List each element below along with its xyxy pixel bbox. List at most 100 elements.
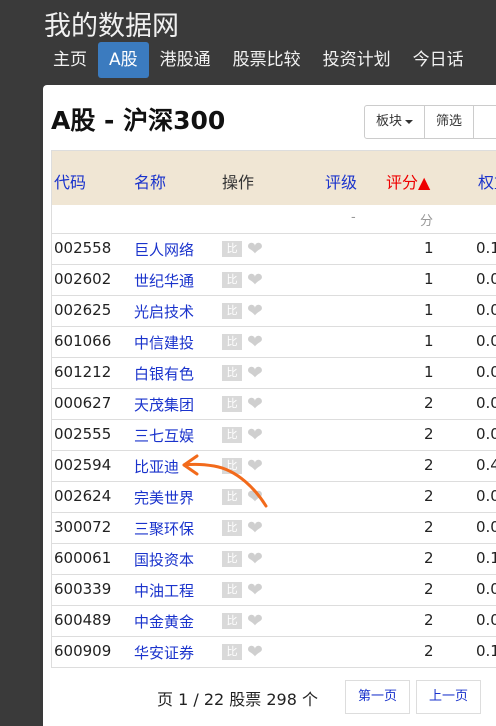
table-row: 600061 国投资本比 ❤ 2 0.1: [52, 544, 496, 575]
compare-button[interactable]: 比: [222, 272, 242, 288]
stock-code: 000627: [54, 394, 112, 412]
row-actions: 比 ❤: [222, 612, 263, 631]
heart-icon[interactable]: ❤: [247, 457, 263, 476]
heart-icon[interactable]: ❤: [247, 395, 263, 414]
prev-page-button[interactable]: 上一页: [416, 680, 482, 714]
compare-button[interactable]: 比: [222, 365, 242, 381]
compare-button[interactable]: 比: [222, 334, 242, 350]
stock-score: 2: [424, 394, 434, 412]
stock-name-link[interactable]: 国投资本: [134, 549, 194, 570]
stock-score: 2: [424, 456, 434, 474]
unit-rating: -: [351, 210, 356, 225]
nav-item-today[interactable]: 今日话: [402, 42, 475, 78]
compare-button[interactable]: 比: [222, 551, 242, 567]
stock-code: 600489: [54, 611, 112, 629]
compare-button[interactable]: 比: [222, 520, 242, 536]
stock-name-link[interactable]: 中油工程: [134, 580, 194, 601]
main-panel: A股 - 沪深300 板块 筛选 代码 名称 操作 评级 评分▲ 权重 - 分 …: [43, 85, 496, 726]
toolbar: 板块 筛选: [364, 105, 496, 139]
stock-name-link[interactable]: 比亚迪: [134, 456, 179, 477]
stock-name-link[interactable]: 中金黄金: [134, 611, 194, 632]
stock-name-link[interactable]: 三聚环保: [134, 518, 194, 539]
row-actions: 比 ❤: [222, 550, 263, 569]
row-actions: 比 ❤: [222, 271, 263, 290]
heart-icon[interactable]: ❤: [247, 581, 263, 600]
heart-icon[interactable]: ❤: [247, 519, 263, 538]
stock-name-link[interactable]: 世纪华通: [134, 270, 194, 291]
heart-icon[interactable]: ❤: [247, 364, 263, 383]
more-button[interactable]: [473, 105, 496, 139]
stock-name-link[interactable]: 巨人网络: [134, 239, 194, 260]
stock-code: 002624: [54, 487, 112, 505]
row-actions: 比 ❤: [222, 519, 263, 538]
compare-button[interactable]: 比: [222, 241, 242, 257]
compare-button[interactable]: 比: [222, 303, 242, 319]
compare-button[interactable]: 比: [222, 427, 242, 443]
stock-name-link[interactable]: 中信建投: [134, 332, 194, 353]
nav-item-investment-plan[interactable]: 投资计划: [312, 42, 402, 78]
row-actions: 比 ❤: [222, 581, 263, 600]
stock-weight: 0.1: [476, 239, 496, 257]
compare-button[interactable]: 比: [222, 489, 242, 505]
stock-score: 2: [424, 611, 434, 629]
heart-icon[interactable]: ❤: [247, 426, 263, 445]
first-page-button[interactable]: 第一页: [345, 680, 411, 714]
header-score-sorted[interactable]: 评分▲: [386, 169, 430, 193]
stock-code: 600061: [54, 549, 112, 567]
row-actions: 比 ❤: [222, 426, 263, 445]
row-actions: 比 ❤: [222, 643, 263, 662]
stock-weight: 0.0: [476, 332, 496, 350]
stock-name-link[interactable]: 天茂集团: [134, 394, 194, 415]
table-row: 002624 完美世界比 ❤ 2 0.0: [52, 482, 496, 513]
stock-weight: 0.0: [476, 270, 496, 288]
stock-name-link[interactable]: 完美世界: [134, 487, 194, 508]
unit-score: 分: [420, 214, 434, 229]
header-weight[interactable]: 权重: [478, 169, 496, 193]
header-rating[interactable]: 评级: [325, 169, 357, 193]
stock-score: 1: [424, 301, 434, 319]
table-body: 002558 巨人网络比 ❤ 1 0.1 002602 世纪华通比 ❤ 1 0.0 002625 光启…: [52, 234, 496, 668]
stock-name-link[interactable]: 白银有色: [134, 363, 194, 384]
caret-down-icon: [405, 119, 414, 124]
heart-icon[interactable]: ❤: [247, 271, 263, 290]
header-code[interactable]: 代码: [54, 169, 86, 193]
compare-button[interactable]: 比: [222, 582, 242, 598]
stock-table: 代码 名称 操作 评级 评分▲ 权重 - 分 002558巨人网络比❤10.10…: [51, 150, 496, 668]
site-title[interactable]: 我的数据网: [44, 4, 179, 43]
stock-weight: 0.1: [476, 549, 496, 567]
compare-button[interactable]: 比: [222, 458, 242, 474]
heart-icon[interactable]: ❤: [247, 240, 263, 259]
row-actions: 比 ❤: [222, 395, 263, 414]
compare-button[interactable]: 比: [222, 613, 242, 629]
nav-item-home[interactable]: 主页: [42, 42, 98, 78]
heart-icon[interactable]: ❤: [247, 612, 263, 631]
table-row: 002555 三七互娱比 ❤ 2 0.0: [52, 420, 496, 451]
heart-icon[interactable]: ❤: [247, 643, 263, 662]
nav-item-stock-compare[interactable]: 股票比较: [222, 42, 312, 78]
filter-button[interactable]: 筛选: [424, 105, 475, 139]
page-title: A股 - 沪深300: [51, 106, 226, 135]
stock-score: 2: [424, 549, 434, 567]
row-actions: 比 ❤: [222, 302, 263, 321]
stock-weight: 0.0: [476, 363, 496, 381]
header-name[interactable]: 名称: [134, 169, 166, 193]
heart-icon[interactable]: ❤: [247, 550, 263, 569]
stock-weight: 0.0: [476, 611, 496, 629]
stock-code: 002625: [54, 301, 112, 319]
table-row: 601212 白银有色比 ❤ 1 0.0: [52, 358, 496, 389]
row-actions: 比 ❤: [222, 488, 263, 507]
nav-item-hk-connect[interactable]: 港股通: [149, 42, 222, 78]
stock-name-link[interactable]: 华安证券: [134, 642, 194, 663]
pager-info: 页 1 / 22 股票 298 个: [157, 690, 318, 709]
compare-button[interactable]: 比: [222, 396, 242, 412]
heart-icon[interactable]: ❤: [247, 488, 263, 507]
sector-dropdown-button[interactable]: 板块: [364, 105, 426, 139]
stock-name-link[interactable]: 光启技术: [134, 301, 194, 322]
stock-name-link[interactable]: 三七互娱: [134, 425, 194, 446]
heart-icon[interactable]: ❤: [247, 302, 263, 321]
stock-score: 1: [424, 239, 434, 257]
nav-item-a-shares[interactable]: A股: [98, 42, 149, 78]
table-row: 600909 华安证券比 ❤ 2 0.1: [52, 637, 496, 668]
heart-icon[interactable]: ❤: [247, 333, 263, 352]
compare-button[interactable]: 比: [222, 644, 242, 660]
